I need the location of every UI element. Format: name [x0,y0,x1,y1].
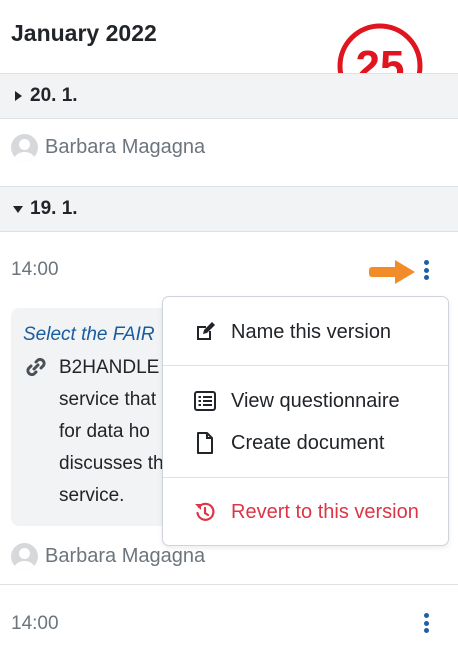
caret-down-icon [13,206,23,213]
author-name: Barbara Magagna [45,136,206,158]
edit-icon [193,320,217,344]
month-title: January 2022 [11,20,157,46]
menu-item-label: Name this version [231,320,392,343]
day-row-20-1[interactable]: 20. 1. [0,73,458,119]
day-label: 19. 1. [30,198,78,219]
menu-item-name-version[interactable]: Name this version [163,312,448,352]
pointer-arrow-icon [369,260,415,284]
version-actions-menu: Name this version View questionnaire Cre… [162,296,449,546]
menu-item-label: View questionnaire [231,389,400,412]
change-card: Select the FAIR B2HANDLE service that fo… [11,308,181,526]
avatar [11,134,38,161]
menu-item-create-document[interactable]: Create document [163,423,448,463]
list-icon [193,389,217,413]
day-row-19-1[interactable]: 19. 1. [0,186,458,232]
menu-divider [163,477,448,478]
menu-item-view-questionnaire[interactable]: View questionnaire [163,381,448,421]
menu-divider [163,365,448,366]
avatar [11,543,38,570]
document-icon [193,431,217,455]
link-icon [26,357,46,377]
version-actions-kebab-icon[interactable] [420,610,432,636]
version-divider [0,584,458,585]
history-icon [193,500,217,524]
menu-item-revert-version[interactable]: Revert to this version [163,492,448,532]
author-row: Barbara Magagna [11,543,205,570]
menu-item-label: Create document [231,431,385,454]
author-name: Barbara Magagna [45,545,206,567]
version-time: 14:00 [11,259,59,280]
question-title: Select the FAIR [23,324,155,345]
version-time: 14:00 [11,613,59,634]
version-actions-kebab-icon[interactable] [420,257,432,283]
menu-item-label: Revert to this version [231,500,419,523]
caret-right-icon [15,91,22,101]
day-label: 20. 1. [30,85,78,106]
author-row: Barbara Magagna [11,134,205,161]
